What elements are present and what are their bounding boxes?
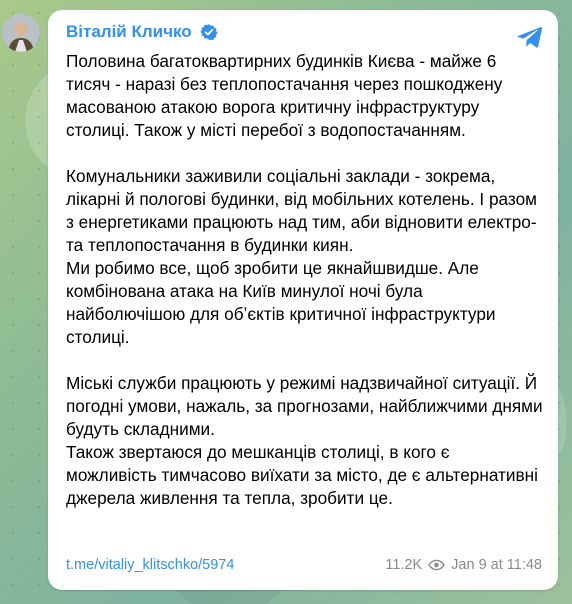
post-link[interactable]: t.me/vitaliy_klitschko/5974 xyxy=(66,557,385,573)
message-paragraph: Міські служби працюють у режимі надзвича… xyxy=(66,373,543,508)
message-meta: 11.2K Jan 9 at 11:48 xyxy=(385,557,542,573)
verified-badge-icon xyxy=(200,24,218,41)
avatar[interactable] xyxy=(2,14,40,52)
author-name[interactable]: Віталій Кличко xyxy=(66,22,192,42)
avatar-image xyxy=(2,14,40,52)
message-bubble: Віталій Кличко Половина багатоквартирних… xyxy=(48,10,558,590)
eye-icon xyxy=(428,559,445,571)
message-paragraph: Комунальники заживили соціальні заклади … xyxy=(66,166,537,347)
message-footer: t.me/vitaliy_klitschko/5974 11.2K Jan 9 … xyxy=(66,557,542,573)
message-paragraph: Половина багатоквартирних будинків Києва… xyxy=(66,51,503,140)
message-text: Половина багатоквартирних будинків Києва… xyxy=(66,50,544,510)
share-telegram-icon[interactable] xyxy=(514,22,544,52)
author-row: Віталій Кличко xyxy=(66,22,218,42)
message-date: Jan 9 at 11:48 xyxy=(451,557,542,573)
view-count: 11.2K xyxy=(385,557,423,573)
